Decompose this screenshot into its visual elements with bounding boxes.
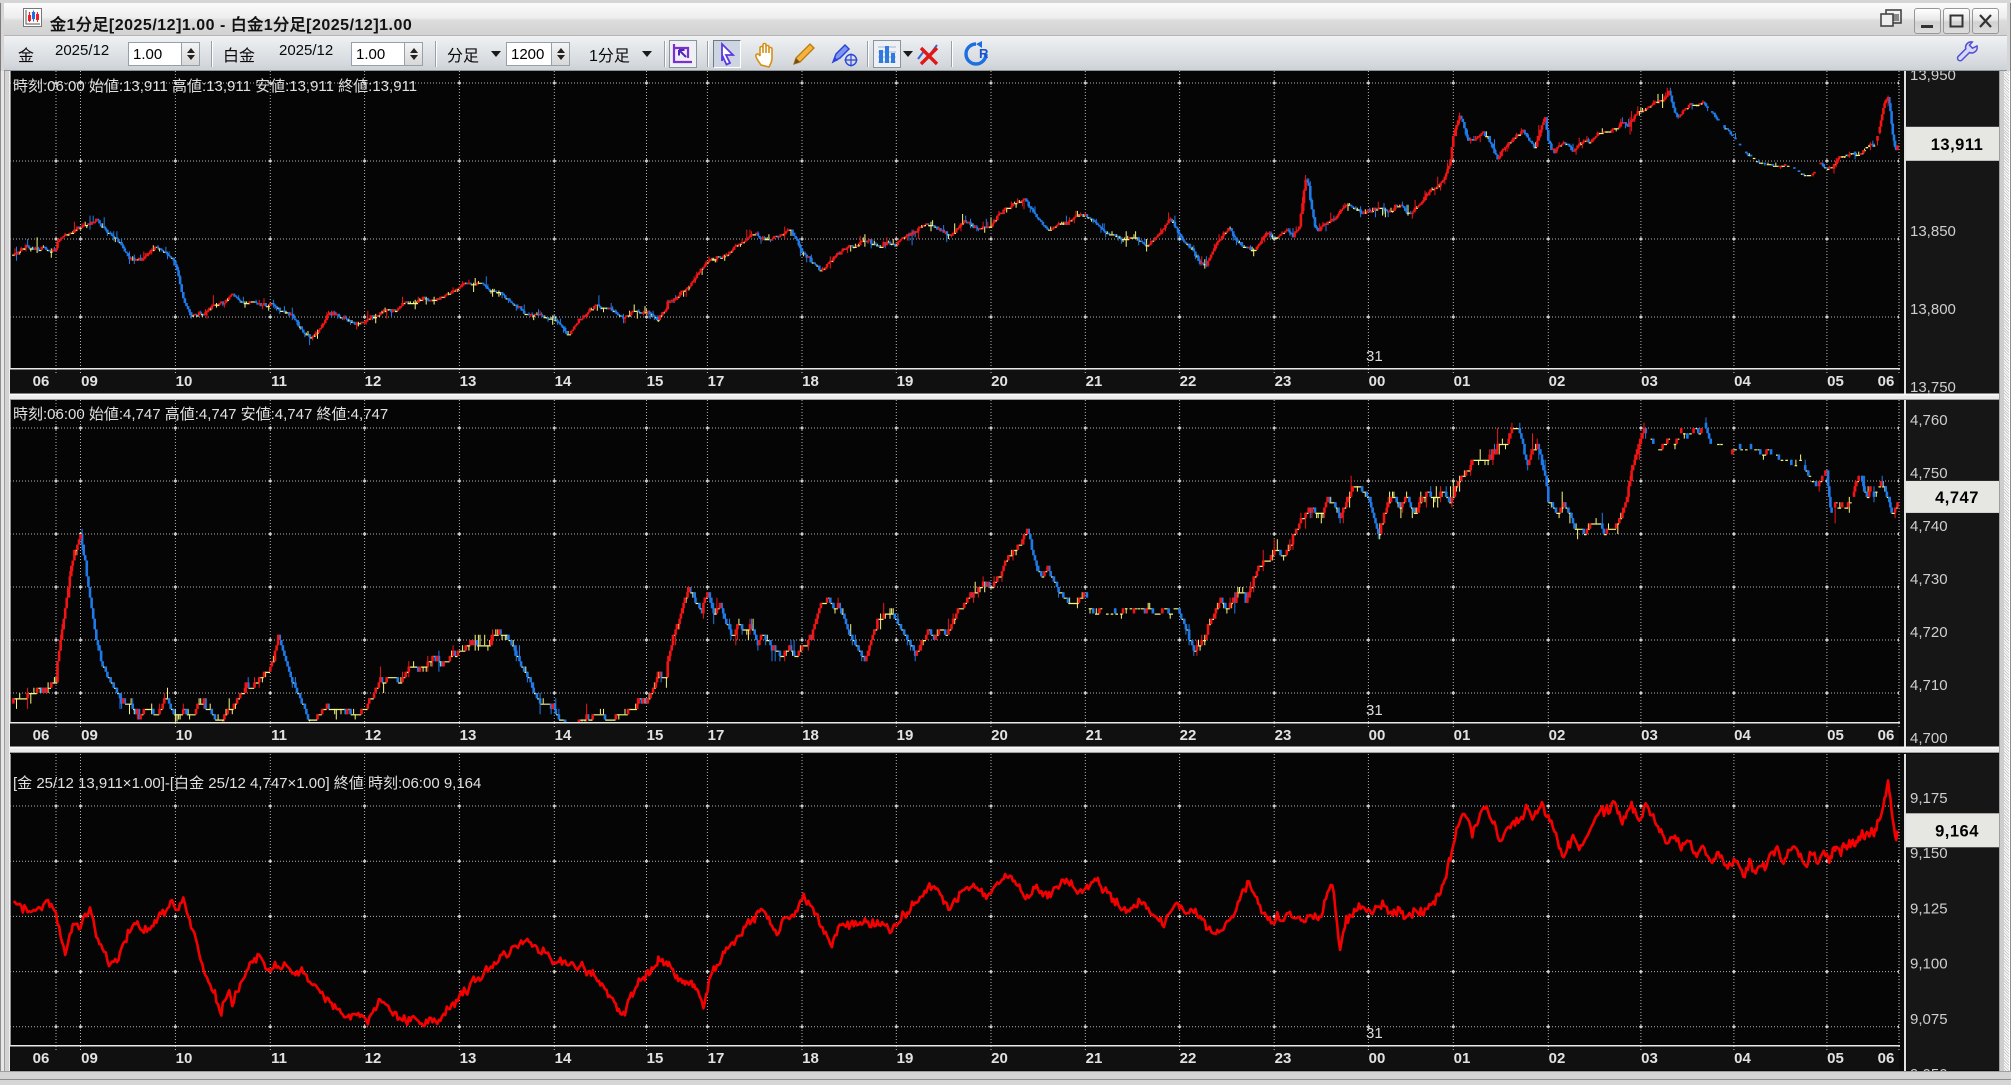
svg-text:9,150: 9,150 [1910, 845, 1948, 862]
svg-text:31: 31 [1366, 702, 1383, 719]
svg-text:23: 23 [1275, 727, 1292, 744]
svg-text:4,730: 4,730 [1910, 571, 1948, 588]
svg-text:04: 04 [1734, 727, 1751, 744]
svg-text:02: 02 [1549, 727, 1566, 744]
svg-text:22: 22 [1180, 727, 1197, 744]
svg-text:17: 17 [708, 727, 725, 744]
svg-text:[金 25/12 13,911×1.00]-[白金 25/1: [金 25/12 13,911×1.00]-[白金 25/12 4,747×1.… [13, 775, 481, 792]
svg-text:12: 12 [365, 727, 382, 744]
svg-text:00: 00 [1369, 727, 1386, 744]
svg-text:19: 19 [897, 1050, 914, 1067]
svg-text:06: 06 [33, 373, 50, 390]
svg-text:10: 10 [176, 373, 193, 390]
svg-text:13: 13 [460, 727, 477, 744]
svg-text:05: 05 [1827, 1050, 1844, 1067]
svg-text:13,911: 13,911 [1931, 136, 1984, 154]
svg-text:06: 06 [33, 727, 50, 744]
svg-text:03: 03 [1641, 727, 1658, 744]
svg-text:13,800: 13,800 [1910, 301, 1956, 318]
svg-text:21: 21 [1086, 727, 1103, 744]
svg-text:15: 15 [647, 373, 664, 390]
svg-text:R: R [979, 46, 989, 61]
svg-text:9,164: 9,164 [1935, 822, 1979, 840]
svg-text:04: 04 [1734, 373, 1751, 390]
svg-text:04: 04 [1734, 1050, 1751, 1067]
svg-text:05: 05 [1827, 727, 1844, 744]
svg-text:06: 06 [33, 1050, 50, 1067]
svg-text:21: 21 [1086, 373, 1103, 390]
svg-text:17: 17 [708, 373, 725, 390]
svg-text:03: 03 [1641, 1050, 1658, 1067]
svg-text:12: 12 [365, 1050, 382, 1067]
svg-text:時刻:06:00 始値:4,747 高値:4,747 安値:: 時刻:06:00 始値:4,747 高値:4,747 安値:4,747 終値:4… [13, 406, 388, 423]
svg-text:4,710: 4,710 [1910, 677, 1948, 694]
svg-text:13: 13 [460, 1050, 477, 1067]
svg-text:4,760: 4,760 [1910, 412, 1948, 429]
svg-text:31: 31 [1366, 348, 1383, 365]
svg-text:02: 02 [1549, 1050, 1566, 1067]
svg-text:9,075: 9,075 [1910, 1011, 1948, 1028]
svg-text:10: 10 [176, 1050, 193, 1067]
svg-text:15: 15 [647, 1050, 664, 1067]
svg-text:01: 01 [1454, 373, 1471, 390]
svg-text:9,175: 9,175 [1910, 790, 1948, 807]
svg-text:23: 23 [1275, 1050, 1292, 1067]
svg-text:21: 21 [1086, 1050, 1103, 1067]
svg-text:4,747: 4,747 [1935, 489, 1979, 507]
svg-text:20: 20 [991, 727, 1008, 744]
svg-text:18: 18 [802, 727, 819, 744]
svg-text:06: 06 [1878, 373, 1895, 390]
svg-text:01: 01 [1454, 727, 1471, 744]
svg-text:10: 10 [176, 727, 193, 744]
svg-text:09: 09 [81, 373, 98, 390]
svg-text:13: 13 [460, 373, 477, 390]
svg-text:22: 22 [1180, 373, 1197, 390]
svg-text:18: 18 [802, 1050, 819, 1067]
svg-text:13,850: 13,850 [1910, 223, 1956, 240]
svg-text:09: 09 [81, 1050, 98, 1067]
svg-text:12: 12 [365, 373, 382, 390]
svg-text:9,100: 9,100 [1910, 956, 1948, 973]
svg-text:9,125: 9,125 [1910, 900, 1948, 917]
svg-text:01: 01 [1454, 1050, 1471, 1067]
svg-text:22: 22 [1180, 1050, 1197, 1067]
svg-text:4,750: 4,750 [1910, 465, 1948, 482]
svg-text:02: 02 [1549, 373, 1566, 390]
svg-text:19: 19 [897, 373, 914, 390]
svg-text:20: 20 [991, 1050, 1008, 1067]
svg-text:4,700: 4,700 [1910, 730, 1948, 747]
svg-text:00: 00 [1369, 1050, 1386, 1067]
svg-text:4,720: 4,720 [1910, 624, 1948, 641]
svg-text:13,750: 13,750 [1910, 379, 1956, 396]
svg-text:14: 14 [555, 727, 572, 744]
svg-text:11: 11 [271, 373, 287, 390]
svg-text:06: 06 [1878, 727, 1895, 744]
svg-text:18: 18 [802, 373, 819, 390]
svg-text:11: 11 [271, 1050, 287, 1067]
svg-text:03: 03 [1641, 373, 1658, 390]
svg-text:14: 14 [555, 373, 572, 390]
svg-text:15: 15 [647, 727, 664, 744]
svg-text:06: 06 [1878, 1050, 1895, 1067]
svg-text:時刻:06:00 始値:13,911 高値:13,911 安: 時刻:06:00 始値:13,911 高値:13,911 安値:13,911 終… [13, 78, 417, 95]
svg-text:19: 19 [897, 727, 914, 744]
svg-text:00: 00 [1369, 373, 1386, 390]
svg-text:14: 14 [555, 1050, 572, 1067]
svg-text:09: 09 [81, 727, 98, 744]
svg-text:4,740: 4,740 [1910, 518, 1948, 535]
svg-text:31: 31 [1366, 1025, 1383, 1042]
svg-text:05: 05 [1827, 373, 1844, 390]
svg-text:20: 20 [991, 373, 1008, 390]
svg-text:23: 23 [1275, 373, 1292, 390]
svg-text:17: 17 [708, 1050, 725, 1067]
svg-text:11: 11 [271, 727, 287, 744]
